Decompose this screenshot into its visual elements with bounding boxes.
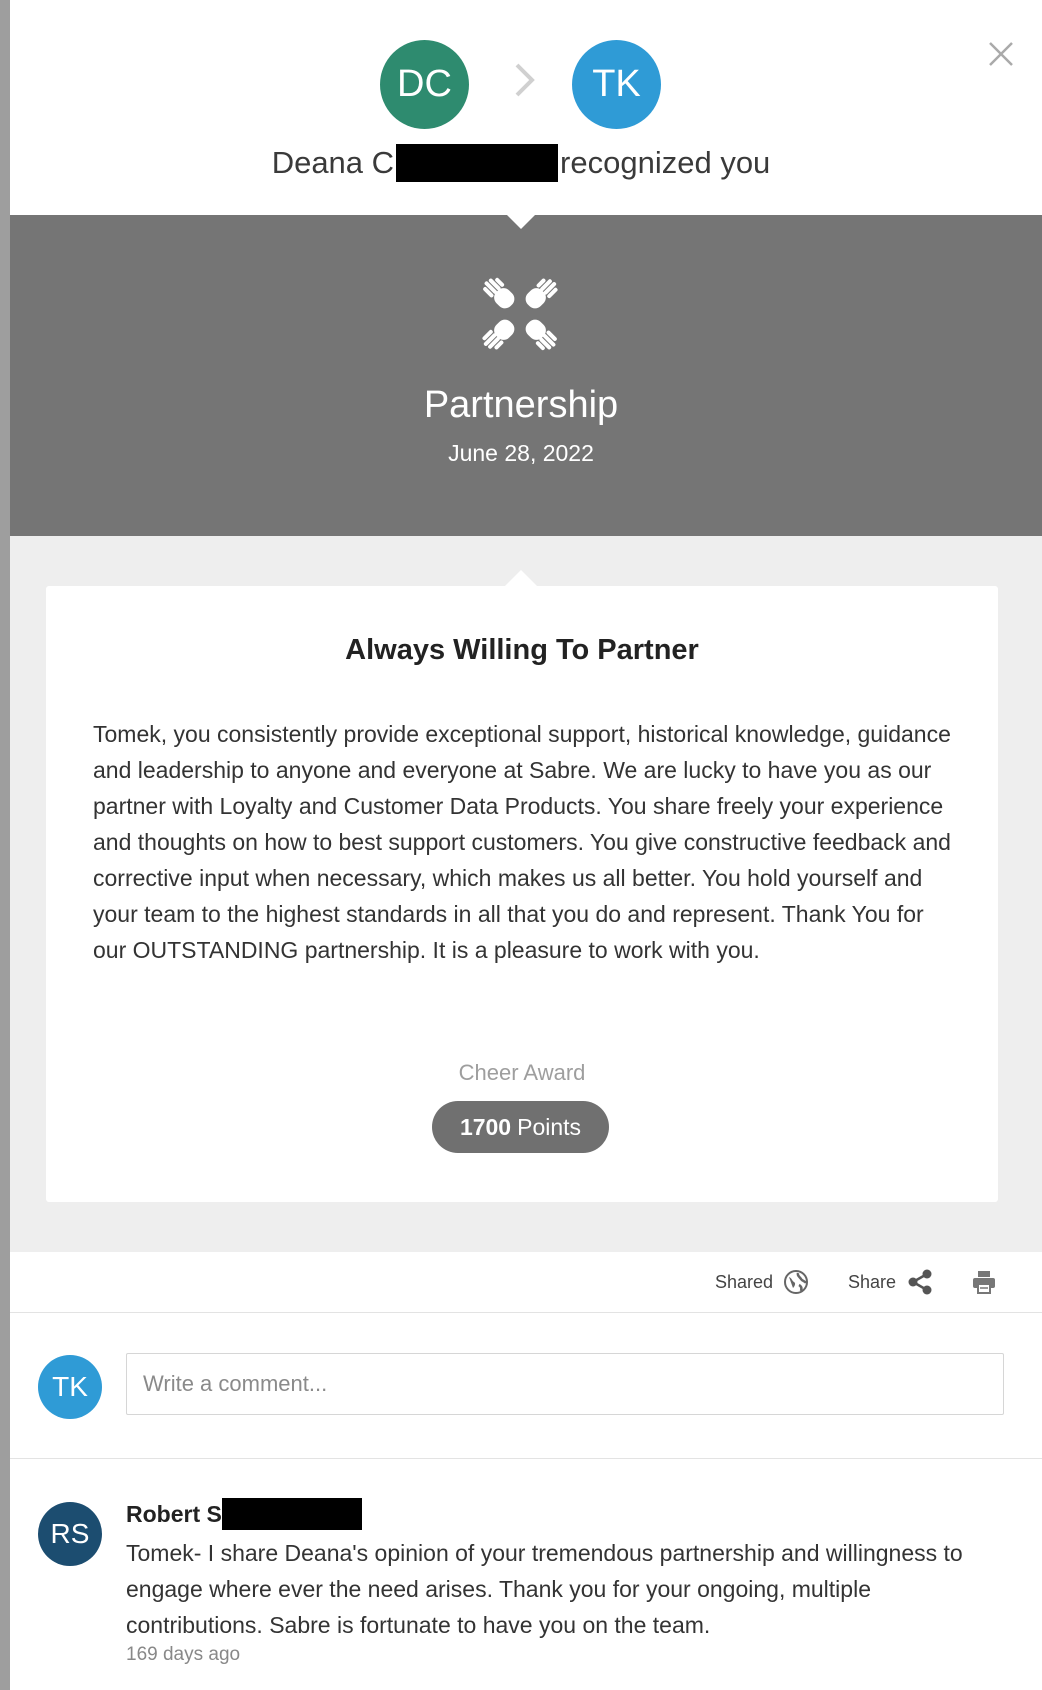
comment-author[interactable]: Robert S — [126, 1498, 362, 1530]
print-icon — [973, 1271, 995, 1294]
recognition-headline: Deana C recognized you — [0, 143, 1042, 183]
sender-name[interactable]: Deana C — [272, 145, 394, 181]
award-value-title: Partnership — [423, 384, 619, 426]
print-button[interactable] — [970, 1264, 998, 1300]
share-label: Share — [848, 1271, 897, 1292]
card-notch — [505, 570, 537, 586]
shared-label: Shared — [715, 1271, 774, 1292]
current-user-avatar: TK — [38, 1355, 102, 1419]
commenter-avatar[interactable]: RS — [38, 1502, 102, 1566]
comment-text: Tomek- I share Deana's opinion of your t… — [126, 1540, 963, 1638]
points-value: 1700 — [459, 1113, 512, 1140]
divider — [10, 1458, 1042, 1459]
redaction-bar — [221, 1498, 362, 1530]
recipient-avatar[interactable]: TK — [572, 40, 661, 129]
redaction-bar — [396, 144, 559, 182]
shared-button[interactable]: Shared — [715, 1264, 809, 1300]
share-button[interactable]: Share — [848, 1264, 934, 1300]
card-message: Tomek, you consistently provide exceptio… — [93, 721, 951, 963]
comment-timestamp: 169 days ago — [126, 1644, 241, 1665]
action-bar: Shared Share — [10, 1252, 1042, 1312]
points-label: Points — [517, 1113, 582, 1140]
comment-author-name[interactable]: Robert S — [126, 1501, 222, 1528]
award-type: Cheer Award — [458, 1060, 586, 1085]
divider — [10, 1312, 1042, 1313]
card-title: Always Willing To Partner — [345, 634, 699, 666]
globe-icon — [784, 1270, 809, 1294]
recognition-card: Always Willing To Partner Tomek, you con… — [46, 586, 998, 1202]
award-date: June 28, 2022 — [448, 440, 594, 466]
chevron-right-icon — [505, 60, 545, 100]
award-banner — [10, 215, 1042, 536]
headline-suffix: recognized you — [560, 145, 771, 180]
close-icon[interactable] — [985, 38, 1017, 70]
share-icon — [908, 1269, 932, 1295]
banner-notch — [505, 213, 537, 229]
hands-icon — [478, 274, 562, 354]
left-edge-strip — [0, 0, 10, 1690]
sender-avatar[interactable]: DC — [380, 40, 469, 129]
points-badge: 1700 Points — [432, 1101, 609, 1153]
comment-input[interactable] — [126, 1353, 1004, 1415]
